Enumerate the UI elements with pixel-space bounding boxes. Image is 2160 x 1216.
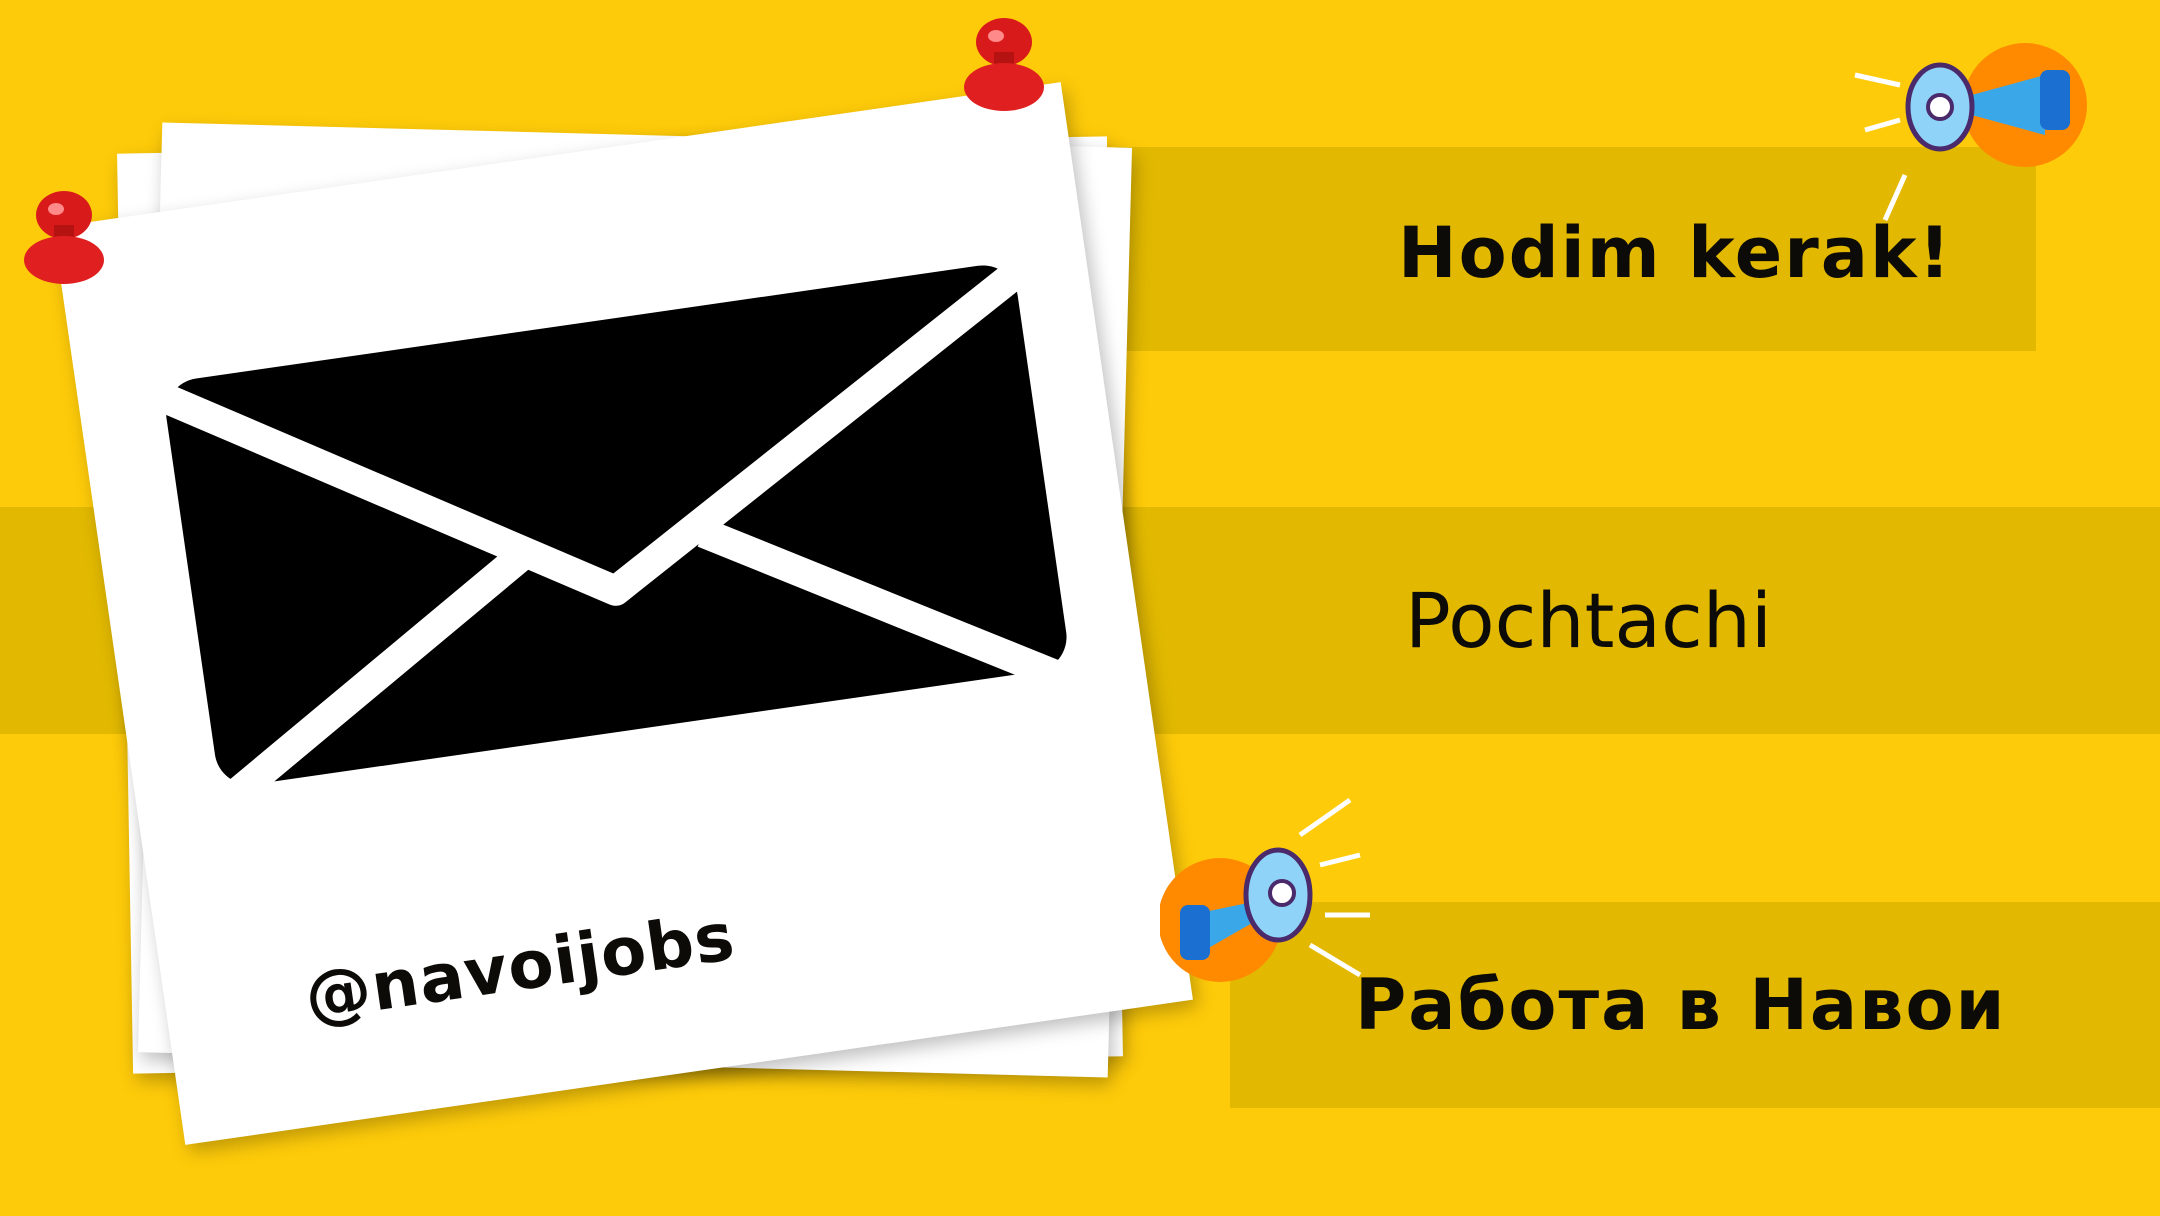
megaphone-icon (1854, 43, 2087, 222)
pushpin-icon (964, 18, 1044, 111)
job-title: Pochtachi (1405, 576, 1773, 665)
megaphone-icon (1160, 797, 1370, 982)
pushpin-icon (24, 191, 104, 284)
channel-handle: @navoijobs (300, 897, 740, 1036)
location-text: Работа в Навои (1355, 964, 2007, 1046)
main-paper: @navoijobs (53, 82, 1193, 1145)
